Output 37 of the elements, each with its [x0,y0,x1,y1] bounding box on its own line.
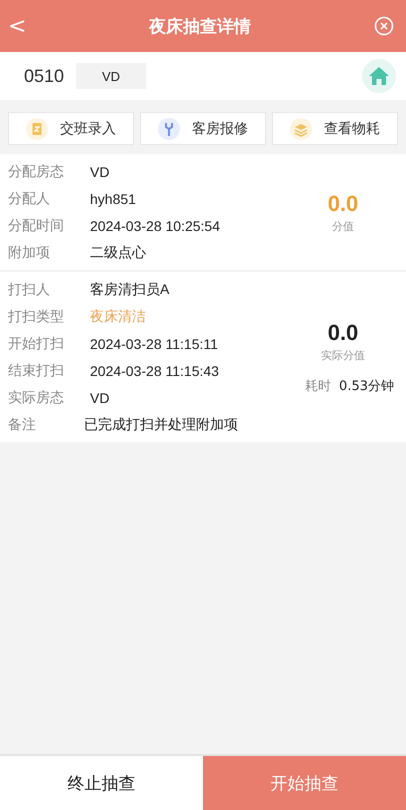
field-value: VD [90,164,110,180]
action-button[interactable]: 交班录入 [8,112,134,145]
footer-button[interactable]: 终止抽查 [0,756,203,810]
room-status-tag: VD [76,63,146,89]
score-value: 0.0 [328,320,358,346]
field-value: 二级点心 [90,244,146,262]
field-value: 2024-03-28 10:25:54 [90,218,220,234]
field-label: 备注 [8,416,37,434]
field-value: VD [90,390,110,406]
score-label: 实际分值 [321,348,365,362]
score-label: 分值 [332,218,354,234]
field-label: 分配房态 [8,162,65,180]
field-label: 结束打扫 [8,362,65,380]
page-title: 夜床抽查详情 [149,16,252,38]
layers-icon [290,118,312,140]
home-icon[interactable] [362,59,396,93]
field-value: 客房清扫员A [90,280,170,298]
duration-value: 0.53分钟 [339,378,394,394]
duration-label: 耗时 [305,378,332,394]
field-value: 夜床清洁 [90,308,146,326]
close-icon[interactable] [374,16,394,36]
field-label: 附加项 [8,244,51,262]
action-button[interactable]: 查看物耗 [272,112,398,145]
field-value: hyh851 [90,190,136,206]
field-label: 打扫类型 [8,308,65,326]
field-label: 实际房态 [8,388,65,406]
action-button[interactable]: 客房报修 [140,112,266,145]
field-value: 2024-03-28 11:15:11 [90,336,218,352]
clipboard-icon [26,118,48,140]
field-label: 分配时间 [8,216,65,234]
room-number: 0510 [24,66,64,86]
field-label: 开始打扫 [8,334,65,352]
field-value: 2024-03-28 11:15:43 [90,362,219,378]
field-label: 打扫人 [8,280,51,298]
score-value: 0.0 [328,190,358,216]
field-label: 分配人 [8,190,51,208]
note-text: 已完成打扫并处理附加项 [84,416,238,434]
